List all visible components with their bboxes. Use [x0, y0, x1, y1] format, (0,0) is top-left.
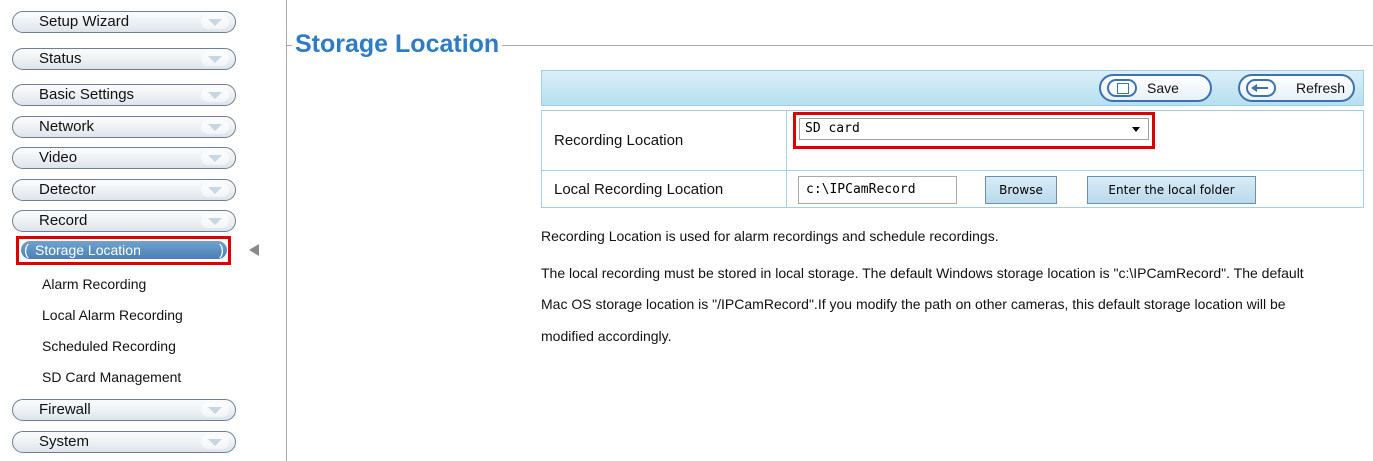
local-recording-location-label: Local Recording Location [541, 170, 787, 208]
menu-record[interactable]: Record [12, 210, 236, 232]
enter-local-folder-button[interactable]: Enter the local folder [1087, 176, 1256, 204]
menu-label: System [39, 433, 90, 450]
chevron-down-icon [201, 151, 229, 165]
chevron-down-icon [201, 120, 229, 134]
recording-location-cell: SD card [786, 110, 1364, 171]
recording-location-label: Recording Location [541, 110, 787, 171]
local-path-input[interactable]: c:\IPCamRecord [798, 176, 957, 204]
sidebar-divider [286, 0, 287, 461]
local-recording-location-cell: c:\IPCamRecord Browse Enter the local fo… [786, 170, 1364, 208]
menu-detector[interactable]: Detector [12, 179, 236, 201]
menu-label: Video [39, 149, 78, 166]
submenu-local-alarm-recording[interactable]: Local Alarm Recording [42, 307, 183, 323]
description-line: The local recording must be stored in lo… [541, 265, 1304, 281]
menu-label: Firewall [39, 401, 91, 418]
chevron-down-icon [201, 88, 229, 102]
chevron-down-icon [201, 15, 229, 29]
highlight-box [16, 236, 231, 265]
table-row: Local Recording Location c:\IPCamRecord … [541, 170, 1364, 208]
toolbar: Save Refresh [541, 70, 1364, 106]
save-button[interactable]: Save [1099, 74, 1212, 102]
chevron-down-icon [201, 435, 229, 449]
menu-label: Basic Settings [39, 86, 135, 103]
description-line: modified accordingly. [541, 328, 672, 344]
menu-label: Status [39, 50, 82, 67]
save-label: Save [1147, 80, 1179, 96]
chevron-down-icon [201, 52, 229, 66]
table-row: Recording Location SD card [541, 110, 1364, 171]
description-line: Recording Location is used for alarm rec… [541, 228, 999, 244]
highlight-box [793, 112, 1155, 149]
menu-label: Network [39, 118, 95, 135]
page-title: Storage Location [292, 30, 503, 59]
save-icon [1107, 79, 1137, 97]
menu-label: Detector [39, 181, 96, 198]
refresh-icon [1246, 79, 1276, 97]
menu-setup-wizard[interactable]: Setup Wizard [12, 11, 236, 33]
submenu-scheduled-recording[interactable]: Scheduled Recording [42, 338, 176, 354]
menu-network[interactable]: Network [12, 116, 236, 138]
menu-firewall[interactable]: Firewall [12, 399, 236, 421]
description-line: Mac OS storage location is "/IPCamRecord… [541, 296, 1286, 312]
refresh-button[interactable]: Refresh [1238, 74, 1355, 102]
menu-status[interactable]: Status [12, 48, 236, 70]
chevron-down-icon [201, 214, 229, 228]
sidebar: Setup Wizard Status Basic Settings Netwo… [0, 0, 240, 461]
chevron-down-icon [201, 183, 229, 197]
menu-video[interactable]: Video [12, 147, 236, 169]
collapse-sidebar-icon[interactable] [249, 244, 259, 256]
settings-table: Recording Location SD card Local Recordi… [541, 110, 1364, 208]
submenu-alarm-recording[interactable]: Alarm Recording [42, 276, 146, 292]
browse-button[interactable]: Browse [985, 176, 1057, 204]
refresh-label: Refresh [1296, 80, 1346, 96]
submenu-sd-card-management[interactable]: SD Card Management [42, 369, 181, 385]
menu-system[interactable]: System [12, 431, 236, 453]
menu-basic-settings[interactable]: Basic Settings [12, 84, 236, 106]
menu-label: Setup Wizard [39, 13, 130, 30]
menu-label: Record [39, 212, 88, 229]
chevron-down-icon [201, 403, 229, 417]
